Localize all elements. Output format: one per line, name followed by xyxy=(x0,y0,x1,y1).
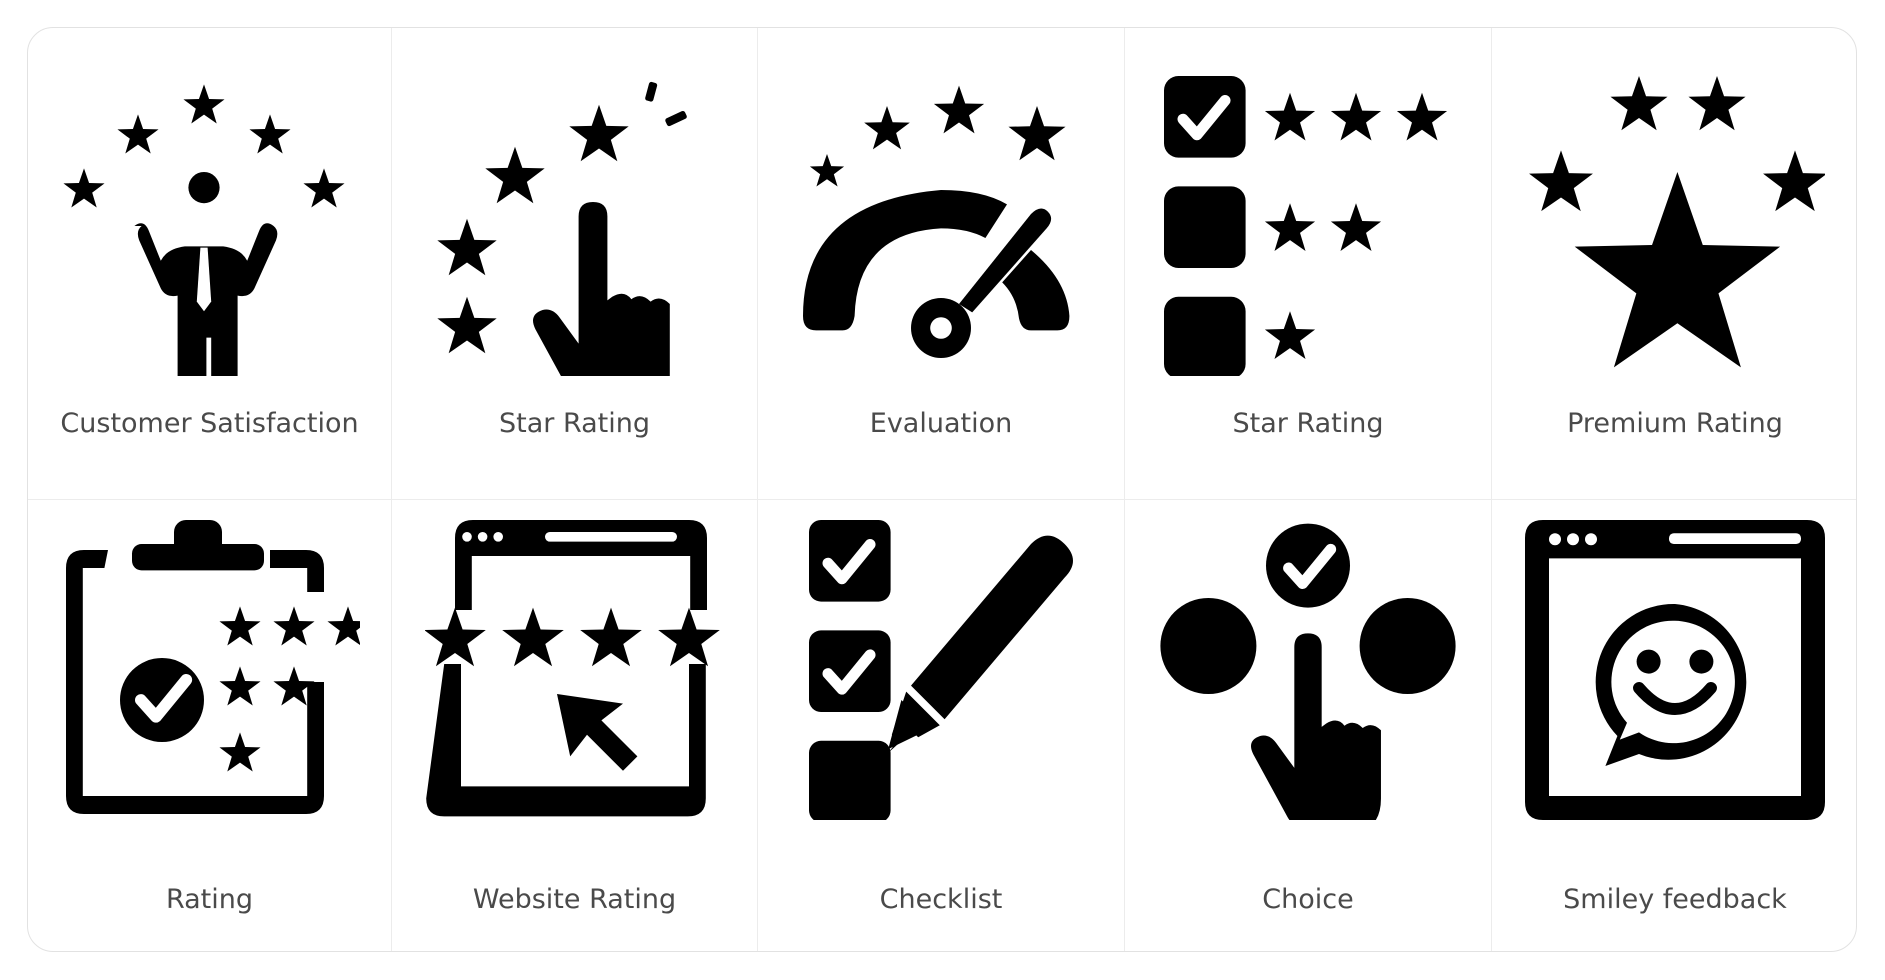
clipboard-stars-icon xyxy=(65,520,360,814)
browser-smiley-icon xyxy=(1525,520,1825,820)
icon-label: Smiley feedback xyxy=(1563,884,1787,915)
icon-set-card: Customer Satisfaction Star Rating Evalua… xyxy=(27,27,1857,952)
icon-label: Website Rating xyxy=(472,884,677,915)
icon-label: Checklist xyxy=(879,884,1003,915)
icon-tile-checklist: Checklist xyxy=(758,500,1125,951)
icon-label: Star Rating xyxy=(1232,408,1384,439)
icon-tile-star-rating: Star Rating xyxy=(392,28,758,500)
icon-tile-website-rating: Website Rating xyxy=(392,500,758,951)
icon-tile-rating: Rating xyxy=(28,500,392,951)
gauge-stars-icon xyxy=(803,85,1070,358)
icon-label: Choice xyxy=(1262,884,1354,915)
icon-tile-smiley-feedback: Smiley feedback xyxy=(1492,500,1856,951)
checkbox-star-list-icon xyxy=(1164,76,1448,376)
icon-label: Premium Rating xyxy=(1567,408,1783,439)
icon-tile-choice: Choice xyxy=(1125,500,1492,951)
icon-label: Evaluation xyxy=(869,408,1013,439)
checklist-pencil-icon xyxy=(809,520,1073,820)
icon-tile-evaluation: Evaluation xyxy=(758,28,1125,500)
big-star-icon xyxy=(1529,76,1825,368)
icon-tile-premium-rating: Premium Rating xyxy=(1492,28,1856,500)
icon-label: Rating xyxy=(165,884,254,915)
icon-label: Star Rating xyxy=(498,408,650,439)
browser-stars-cursor-icon xyxy=(424,520,720,817)
icon-tile-customer-satisfaction: Customer Satisfaction xyxy=(28,28,392,500)
icon-tile-star-rating-2: Star Rating xyxy=(1125,28,1492,500)
finger-choice-icon xyxy=(1160,523,1456,820)
person-with-stars-icon xyxy=(62,84,345,376)
finger-tap-stars-icon xyxy=(436,81,687,376)
icon-label: Customer Satisfaction xyxy=(60,408,359,439)
